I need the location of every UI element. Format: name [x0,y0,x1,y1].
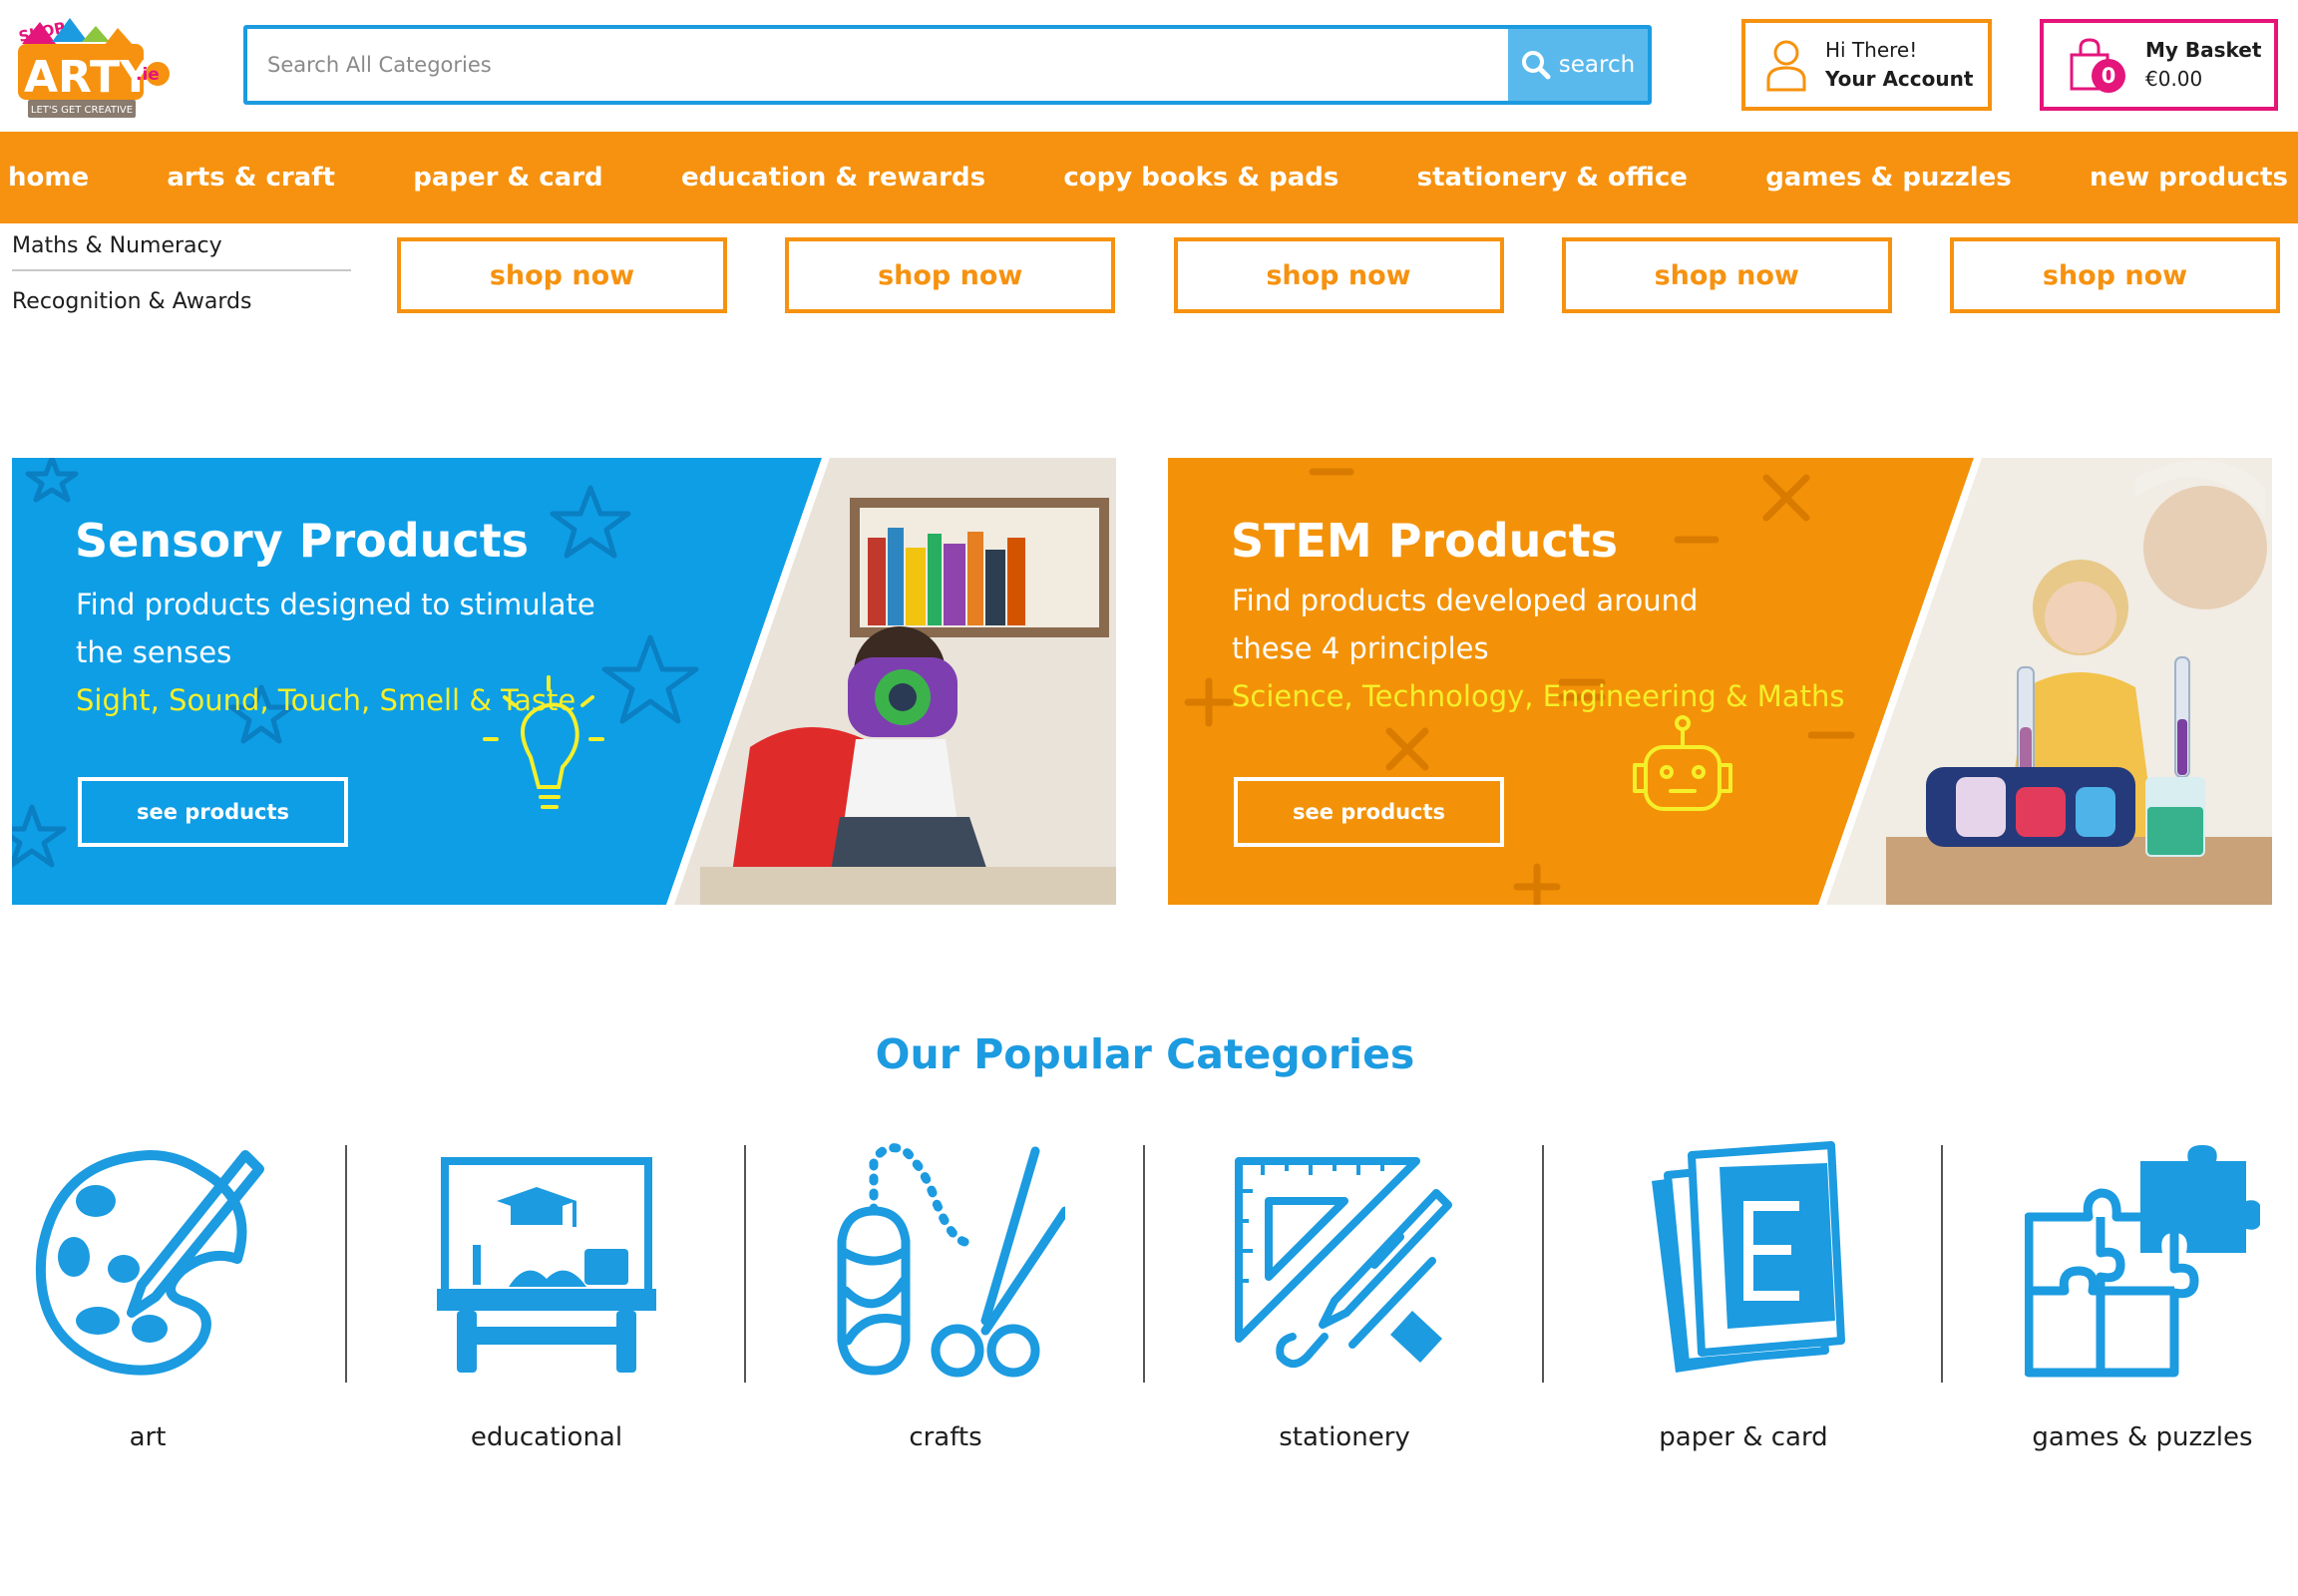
category-paper-card[interactable]: paper & card [1544,1141,1943,1470]
stem-banner-highlight: Science, Technology, Engineering & Maths [1232,679,1845,713]
search-icon [1521,51,1551,80]
search-button[interactable]: search [1508,29,1648,101]
yarn-scissors-icon [837,1143,1065,1378]
account-label: Your Account [1825,67,1974,91]
nav-stationery-office[interactable]: stationery & office [1417,163,1688,193]
account-text: Hi There! Your Account [1825,36,1973,94]
category-label: crafts [909,1422,982,1452]
category-educational[interactable]: educational [347,1141,746,1470]
basket-total: €0.00 [2145,67,2203,91]
sensory-products-banner[interactable]: Sensory Products Find products designed … [12,458,1116,905]
stem-see-products-button[interactable]: see products [1234,777,1504,847]
category-art[interactable]: art [0,1141,347,1470]
nav-education-rewards[interactable]: education & rewards [681,163,985,193]
search-button-label: search [1558,52,1636,78]
basket-button[interactable]: 0 My Basket €0.00 [2040,19,2278,111]
nav-arts-craft[interactable]: arts & craft [167,163,335,193]
basket-label: My Basket [2145,38,2262,62]
shop-now-button[interactable]: shop now [1561,237,1892,313]
shop-now-button[interactable]: shop now [785,237,1116,313]
submenu-item-maths[interactable]: Maths & Numeracy [12,221,351,271]
submenu-list: Maths & Numeracy Recognition & Awards [12,221,351,331]
nav-home[interactable]: home [8,163,89,193]
stem-banner-line1: Find products developed around [1232,584,1699,617]
basket-icon-wrap: 0 [2068,37,2125,93]
puzzle-icon [2025,1145,2260,1378]
ruler-pencil-icon [1235,1157,1452,1368]
paper-stack-icon [1652,1141,1845,1373]
nav-new-products[interactable]: new products [2090,163,2288,193]
shop-now-button[interactable]: shop now [1950,237,2280,313]
palette-icon [35,1150,264,1376]
category-label: games & puzzles [2032,1422,2253,1452]
svg-text:.ie: .ie [136,65,160,85]
sensory-see-products-button[interactable]: see products [78,777,348,847]
classroom-desk-icon [437,1157,656,1373]
search-input[interactable] [247,29,1508,101]
category-label: educational [470,1422,623,1452]
sensory-banner-line1: Find products designed to stimulate [76,588,595,621]
main-nav: home arts & craft paper & card education… [0,132,2298,223]
basket-text: My Basket €0.00 [2145,36,2261,94]
account-greeting: Hi There! [1825,38,1918,62]
category-label: paper & card [1659,1422,1828,1452]
shop-now-row: shop now shop now shop now shop now shop… [397,237,2280,313]
site-header: SHOP ARTY .ie LET'S GET CREATIVE search … [0,0,2298,132]
category-crafts[interactable]: crafts [746,1141,1145,1470]
sensory-banner-line2: the senses [76,635,232,669]
category-games-puzzles[interactable]: games & puzzles [1943,1141,2298,1470]
nav-paper-card[interactable]: paper & card [413,163,602,193]
stem-banner-line2: these 4 principles [1232,631,1489,665]
search-bar: search [243,25,1652,105]
category-row: art educational crafts stationery paper … [0,1141,2298,1470]
category-label: art [129,1422,167,1452]
popular-categories-heading: Our Popular Categories [875,1030,1415,1078]
category-label: stationery [1279,1422,1410,1452]
user-icon [1766,40,1806,92]
basket-count-badge: 0 [2092,59,2125,93]
shop-now-button[interactable]: shop now [397,237,727,313]
svg-text:ARTY: ARTY [24,52,153,103]
category-stationery[interactable]: stationery [1145,1141,1544,1470]
account-button[interactable]: Hi There! Your Account [1741,19,1992,111]
submenu-item-recognition[interactable]: Recognition & Awards [12,271,351,331]
shop-arty-logo[interactable]: SHOP ARTY .ie LET'S GET CREATIVE [12,8,170,124]
svg-text:LET'S GET CREATIVE: LET'S GET CREATIVE [31,105,133,116]
nav-copy-books-pads[interactable]: copy books & pads [1063,163,1339,193]
stem-banner-title: STEM Products [1231,514,1619,568]
nav-games-puzzles[interactable]: games & puzzles [1765,163,2012,193]
shop-now-button[interactable]: shop now [1173,237,1504,313]
sensory-banner-title: Sensory Products [75,514,530,568]
stem-products-banner[interactable]: STEM Products Find products developed ar… [1168,458,2272,905]
sensory-banner-highlight: Sight, Sound, Touch, Smell & Taste [76,683,576,717]
